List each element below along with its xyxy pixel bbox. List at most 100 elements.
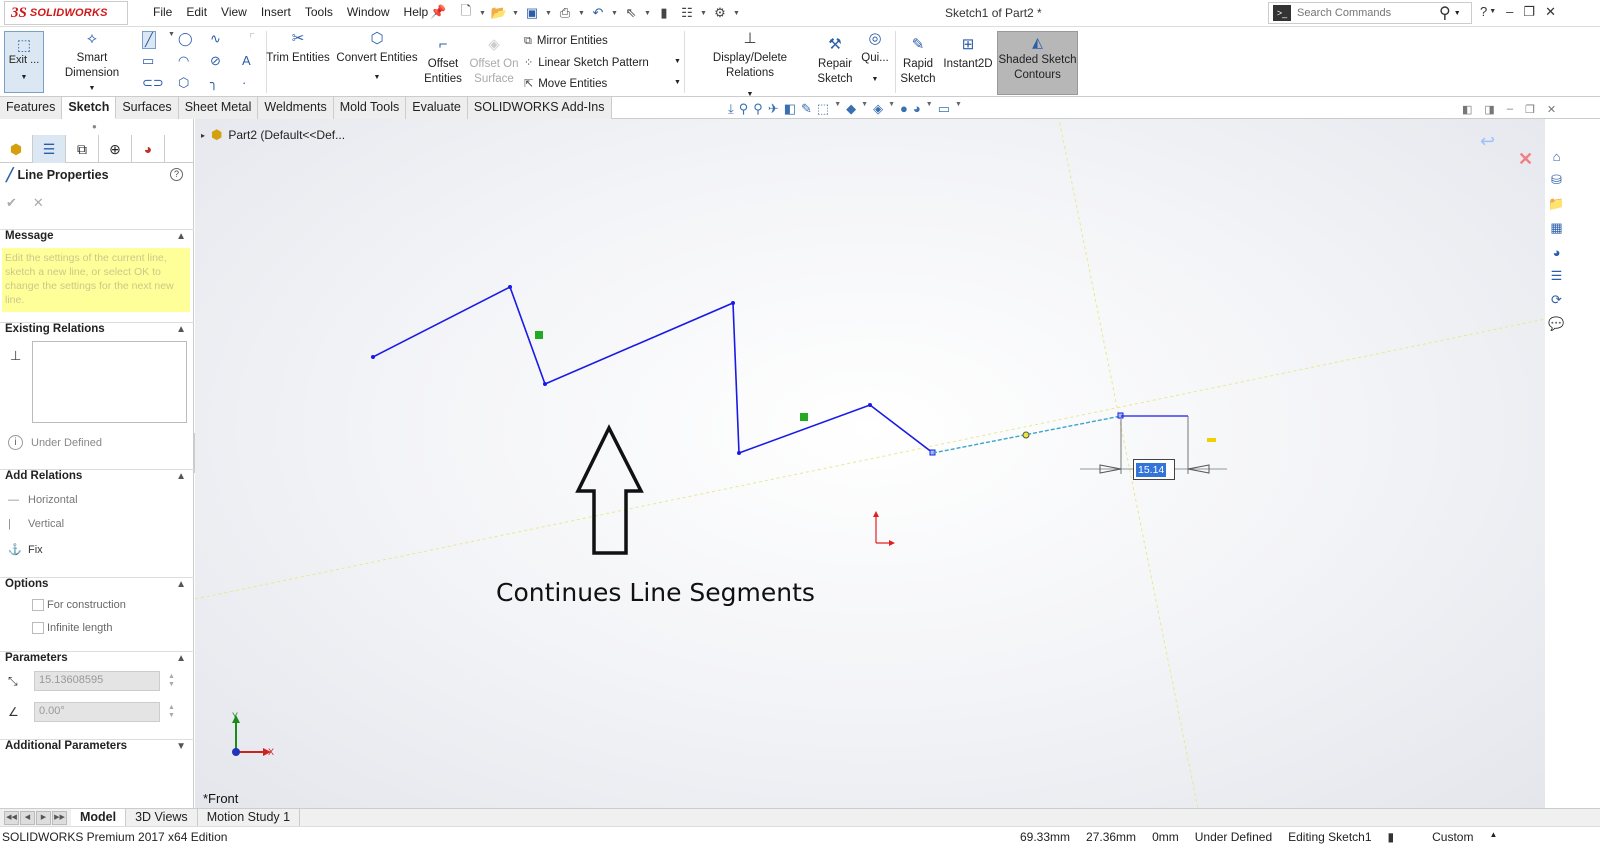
- design-library-icon[interactable]: ⛁: [1546, 170, 1568, 190]
- split-left-icon[interactable]: ◧: [1462, 103, 1472, 116]
- last-tab-icon[interactable]: ▶▶: [52, 811, 67, 825]
- point-icon[interactable]: ·: [242, 75, 246, 90]
- dynamic-annotation-icon[interactable]: ✎: [801, 101, 812, 117]
- sketch-point[interactable]: [737, 451, 741, 455]
- collapse-icon[interactable]: ▲: [176, 324, 186, 335]
- chevron-down-icon[interactable]: ▼: [48, 81, 136, 96]
- ellipse-icon[interactable]: ⊘: [210, 53, 221, 69]
- display-manager-tab-icon[interactable]: ◕: [132, 135, 165, 163]
- chevron-down-icon[interactable]: ▼: [336, 70, 418, 85]
- relation-horizontal[interactable]: — Horizontal: [8, 494, 78, 506]
- minimize-icon[interactable]: –: [1506, 4, 1513, 20]
- options-section-header[interactable]: Options ▲: [0, 577, 194, 595]
- collapse-icon[interactable]: ▲: [176, 231, 186, 242]
- parameters-section-header[interactable]: Parameters ▲: [0, 651, 194, 669]
- expand-arrow-icon[interactable]: ▸: [201, 131, 205, 140]
- previous-view-icon[interactable]: ✈: [768, 101, 779, 117]
- menu-view[interactable]: View: [214, 5, 254, 19]
- first-tab-icon[interactable]: ◀◀: [4, 811, 19, 825]
- panel-splitter-handle[interactable]: ●: [92, 122, 97, 131]
- convert-entities-button[interactable]: ⬡ Convert Entities ▼: [336, 31, 418, 85]
- polygon-icon[interactable]: ⬡: [178, 75, 189, 91]
- shaded-sketch-contours-button[interactable]: ◭ Shaded Sketch Contours: [997, 31, 1078, 95]
- viewport-restore-icon[interactable]: ❐: [1525, 103, 1535, 116]
- property-manager-tab-icon[interactable]: ☰: [33, 135, 66, 163]
- sketch-point[interactable]: [731, 301, 735, 305]
- section-view-icon[interactable]: ◧: [784, 101, 796, 117]
- chevron-down-icon[interactable]: ▼: [955, 101, 962, 117]
- configuration-manager-tab-icon[interactable]: ⧉: [66, 135, 99, 163]
- search-icon[interactable]: ⚲: [1439, 3, 1451, 23]
- ok-check-icon[interactable]: ✔: [6, 195, 17, 211]
- viewport-minimize-icon[interactable]: –: [1507, 103, 1513, 116]
- sketch-point[interactable]: [868, 403, 872, 407]
- chevron-down-icon[interactable]: ▼: [834, 101, 841, 117]
- expand-icon[interactable]: ▼: [176, 741, 186, 752]
- file-properties-icon[interactable]: ☷: [677, 3, 697, 23]
- quick-snaps-button[interactable]: ◎ Qui... ▼: [860, 31, 890, 87]
- normal-to-icon[interactable]: ⤓: [728, 101, 734, 117]
- dimension-input-box[interactable]: 15.14: [1133, 459, 1175, 480]
- options-gear-icon[interactable]: ⚙: [710, 3, 730, 23]
- text-icon[interactable]: A: [242, 53, 251, 68]
- tab-model[interactable]: Model: [71, 809, 127, 826]
- additional-parameters-header[interactable]: Additional Parameters ▼: [0, 739, 194, 757]
- chevron-down-icon[interactable]: ▼: [733, 10, 740, 17]
- chevron-down-icon[interactable]: ▼: [926, 101, 933, 117]
- existing-relations-list[interactable]: [32, 341, 187, 423]
- feature-manager-tab-icon[interactable]: ⬢: [0, 135, 33, 163]
- feature-tree-flyout[interactable]: ▸ ⬢ Part2 (Default<<Def...: [201, 127, 345, 143]
- tab-motion-study[interactable]: Motion Study 1: [198, 809, 301, 826]
- chevron-down-icon[interactable]: ▼: [479, 10, 486, 17]
- linear-sketch-pattern-button[interactable]: ⁘ Linear Sketch Pattern: [524, 56, 649, 69]
- existing-relations-header[interactable]: Existing Relations ▲: [0, 322, 194, 340]
- restore-icon[interactable]: ❐: [1523, 4, 1535, 20]
- solidworks-logo[interactable]: 3S SOLIDWORKS: [4, 1, 128, 25]
- display-delete-relations-button[interactable]: ⊥ Display/Delete Relations ▼: [688, 31, 812, 102]
- split-right-icon[interactable]: ◨: [1484, 103, 1494, 116]
- menu-tools[interactable]: Tools: [298, 5, 340, 19]
- repair-sketch-button[interactable]: ⚒ Repair Sketch: [815, 37, 855, 87]
- traffic-light-icon[interactable]: ▮: [654, 3, 674, 23]
- chevron-down-icon[interactable]: ▼: [1454, 10, 1461, 17]
- view-palette-icon[interactable]: ▦: [1546, 218, 1568, 238]
- length-input[interactable]: 15.13608595: [34, 671, 160, 691]
- arc-icon[interactable]: ◠: [178, 53, 189, 69]
- checkbox-box[interactable]: [32, 599, 44, 611]
- close-icon[interactable]: ✕: [1545, 4, 1556, 20]
- confirmation-corner-icon[interactable]: ↩: [1480, 131, 1495, 152]
- tab-sheet-metal[interactable]: Sheet Metal: [178, 97, 259, 119]
- forum-icon[interactable]: ⟳: [1546, 290, 1568, 310]
- exit-sketch-corner-icon[interactable]: ✕: [1518, 149, 1533, 170]
- menu-file[interactable]: File: [146, 5, 179, 19]
- appearances-icon[interactable]: ◕: [1546, 242, 1568, 262]
- spinner-icon[interactable]: ▲ ▼: [168, 704, 175, 720]
- chevron-down-icon[interactable]: ▼: [860, 72, 890, 87]
- help-icon[interactable]: ?: [1480, 4, 1487, 20]
- tab-addins[interactable]: SOLIDWORKS Add-Ins: [467, 97, 612, 119]
- undo-icon[interactable]: ↶: [588, 3, 608, 23]
- instant2d-button[interactable]: ⊞ Instant2D: [941, 37, 995, 72]
- sketch-polyline[interactable]: [372, 285, 934, 455]
- tab-weldments[interactable]: Weldments: [258, 97, 334, 119]
- dimension-value[interactable]: 15.14: [1136, 463, 1167, 477]
- help-icon[interactable]: ?: [170, 168, 183, 181]
- zoom-to-area-icon[interactable]: ⚲: [753, 101, 763, 117]
- spinner-icon[interactable]: ▲ ▼: [168, 673, 175, 689]
- circle-icon[interactable]: ◯: [178, 31, 193, 47]
- infinite-length-checkbox[interactable]: Infinite length: [32, 622, 112, 634]
- chevron-down-icon[interactable]: ▼: [545, 10, 552, 17]
- viewport-close-icon[interactable]: ✕: [1547, 103, 1556, 116]
- collapse-icon[interactable]: ▲: [176, 653, 186, 664]
- new-document-icon[interactable]: 🗋: [456, 3, 476, 23]
- chevron-down-icon[interactable]: ▼: [644, 10, 651, 17]
- custom-properties-icon[interactable]: ☰: [1546, 266, 1568, 286]
- chat-icon[interactable]: 💬: [1546, 314, 1568, 334]
- unit-system[interactable]: Custom: [1424, 830, 1481, 844]
- add-relations-header[interactable]: Add Relations ▲: [0, 469, 194, 487]
- view-settings-icon[interactable]: ▭: [938, 101, 950, 117]
- menu-edit[interactable]: Edit: [179, 5, 214, 19]
- view-orientation-icon[interactable]: ⬚: [817, 101, 829, 117]
- file-explorer-icon[interactable]: 📁: [1546, 194, 1568, 214]
- menu-window[interactable]: Window: [340, 5, 397, 19]
